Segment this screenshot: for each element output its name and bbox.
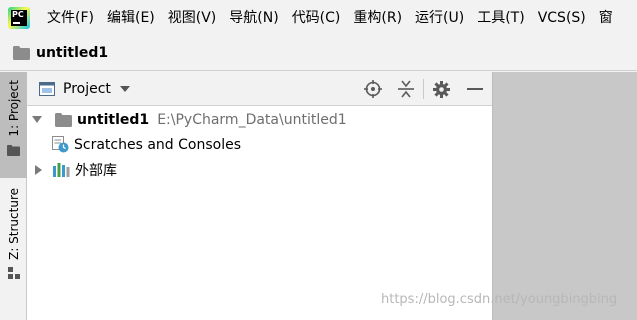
collapsed-arrow-icon[interactable] xyxy=(33,164,45,176)
tree-item-label: 外部库 xyxy=(75,162,117,179)
menu-file[interactable]: 文件(F) xyxy=(41,0,101,36)
menu-edit[interactable]: 编辑(E) xyxy=(101,0,162,36)
tree-row-project-root[interactable]: untitled1 E:\PyCharm_Data\untitled1 xyxy=(27,107,492,132)
tab-project-label: 1: Project xyxy=(6,80,21,137)
panel-title[interactable]: Project xyxy=(63,81,111,97)
menu-bar: PC 文件(F) 编辑(E) 视图(V) 导航(N) 代码(C) 重构(R) 运… xyxy=(0,0,637,36)
expanded-arrow-icon[interactable] xyxy=(31,114,43,126)
gear-icon xyxy=(433,80,450,98)
toolbar-separator xyxy=(423,79,424,99)
tree-item-label: Scratches and Consoles xyxy=(74,136,241,153)
chevron-down-icon[interactable] xyxy=(119,85,130,92)
tree-row-scratches[interactable]: Scratches and Consoles xyxy=(27,132,492,157)
collapse-all-button[interactable] xyxy=(389,72,422,106)
minimize-icon xyxy=(466,88,483,90)
menu-refactor[interactable]: 重构(R) xyxy=(347,0,409,36)
navigation-bar: untitled1 xyxy=(0,36,637,71)
pycharm-logo-icon: PC xyxy=(8,7,30,29)
project-view-icon xyxy=(39,81,55,96)
library-icon xyxy=(53,162,70,177)
watermark-text: https://blog.csdn.net/youngbingbing xyxy=(381,292,618,307)
menu-vcs[interactable]: VCS(S) xyxy=(532,0,593,36)
left-tool-strip: 1: Project Z: Structure xyxy=(0,72,27,320)
collapse-all-icon xyxy=(397,80,414,98)
menu-code[interactable]: 代码(C) xyxy=(286,0,348,36)
tab-structure[interactable]: Z: Structure xyxy=(0,184,27,284)
hide-panel-button[interactable] xyxy=(458,72,491,106)
locate-button[interactable] xyxy=(356,72,389,106)
project-tool-window: Project untitled1 E:\PyCharm_Data\untitl… xyxy=(27,72,492,320)
menu-navigate[interactable]: 导航(N) xyxy=(223,0,285,36)
folder-icon xyxy=(7,144,20,156)
menu-window[interactable]: 窗 xyxy=(593,0,620,36)
editor-area[interactable] xyxy=(492,72,637,320)
structure-icon xyxy=(7,266,20,279)
menu-tools[interactable]: 工具(T) xyxy=(471,0,531,36)
menu-view[interactable]: 视图(V) xyxy=(162,0,224,36)
tree-item-path: E:\PyCharm_Data\untitled1 xyxy=(157,111,347,128)
tab-structure-label: Z: Structure xyxy=(6,188,21,260)
folder-icon xyxy=(13,46,30,60)
tree-item-label: untitled1 xyxy=(77,111,150,128)
project-panel-header: Project xyxy=(27,72,492,106)
tab-project[interactable]: 1: Project xyxy=(0,72,27,178)
breadcrumb-project[interactable]: untitled1 xyxy=(36,45,108,61)
menu-run[interactable]: 运行(U) xyxy=(409,0,471,36)
locate-crosshair-icon xyxy=(363,80,382,98)
scratches-icon xyxy=(52,136,69,153)
settings-button[interactable] xyxy=(425,72,458,106)
folder-icon xyxy=(55,112,72,127)
tree-row-external-libraries[interactable]: 外部库 xyxy=(27,157,492,182)
project-tree: untitled1 E:\PyCharm_Data\untitled1 Scra… xyxy=(27,107,492,182)
